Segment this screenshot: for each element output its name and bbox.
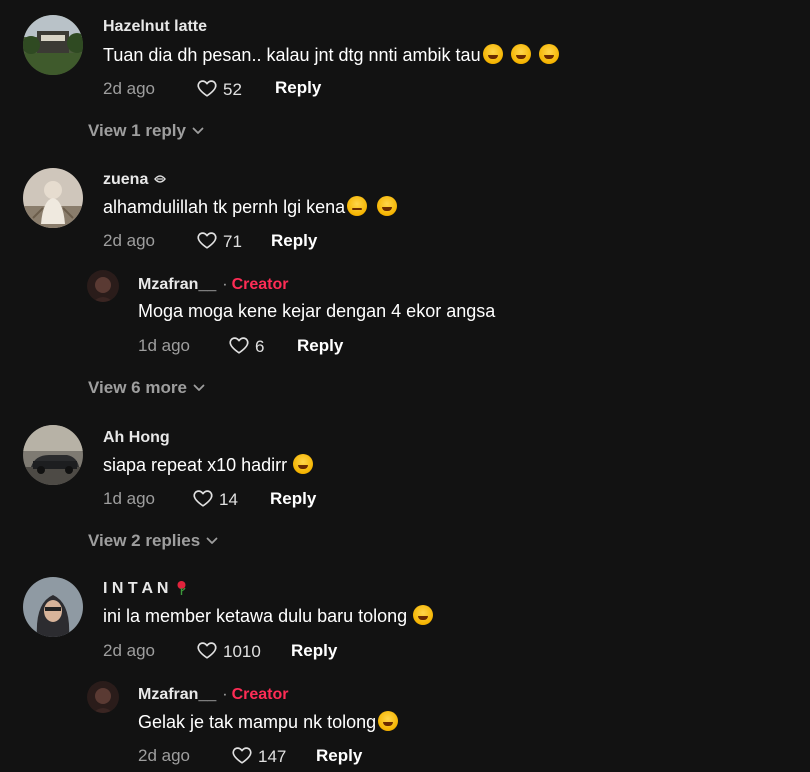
separator: · xyxy=(222,276,228,293)
comment-text-row: Tuan dia dh pesan.. kalau jnt dtg nnti a… xyxy=(103,44,559,66)
like-count: 6 xyxy=(255,337,265,356)
reply-button[interactable]: Reply xyxy=(316,746,362,766)
reply-time: 2d ago xyxy=(138,746,190,765)
view-more-label: View 6 more xyxy=(88,378,187,397)
laughing-emoji-icon xyxy=(378,711,399,731)
heart-outline-icon xyxy=(227,334,251,356)
reply-button[interactable]: Reply xyxy=(270,489,316,509)
avatar-image xyxy=(23,15,83,75)
flower-icon xyxy=(153,175,166,183)
comment-time: 2d ago xyxy=(103,231,155,250)
username[interactable]: Mzafran__ xyxy=(138,276,216,293)
comment-text: alhamdulillah tk pernh lgi kena xyxy=(103,197,346,217)
comment-item: Hazelnut latte Tuan dia dh pesan.. kalau… xyxy=(0,0,810,150)
avatar-image xyxy=(23,168,83,228)
like-button[interactable]: 52 xyxy=(195,77,242,100)
comment-text: ini la member ketawa dulu baru tolong xyxy=(103,606,408,626)
heart-outline-icon xyxy=(195,77,219,99)
avatar[interactable] xyxy=(23,15,83,75)
comment-text-row: ini la member ketawa dulu baru tolong xyxy=(103,605,434,627)
like-button[interactable]: 6 xyxy=(227,334,264,357)
laughing-emoji-icon xyxy=(538,44,559,64)
view-replies-label: View 2 replies xyxy=(88,531,201,550)
reply-text: Gelak je tak mampu nk tolong xyxy=(138,712,377,732)
creator-badge: Creator xyxy=(231,276,289,293)
view-replies-label: View 1 reply xyxy=(88,121,186,140)
comment-text-row: siapa repeat x10 hadirr xyxy=(103,454,314,476)
username[interactable]: Ah Hong xyxy=(103,429,170,447)
avatar[interactable] xyxy=(87,270,119,302)
avatar[interactable] xyxy=(87,681,119,713)
reply-button[interactable]: Reply xyxy=(291,641,337,661)
reply-text-row: Gelak je tak mampu nk tolong xyxy=(138,711,399,733)
pensive-emoji-icon xyxy=(347,196,368,216)
reply-time: 1d ago xyxy=(138,336,190,355)
rose-icon xyxy=(177,581,186,595)
laughing-emoji-icon xyxy=(377,196,398,216)
heart-outline-icon xyxy=(191,487,215,509)
heart-outline-icon xyxy=(195,639,219,661)
avatar-image xyxy=(87,270,119,302)
comment-text-row: alhamdulillah tk pernh lgi kena xyxy=(103,196,398,218)
heart-outline-icon xyxy=(195,229,219,251)
like-count: 71 xyxy=(223,232,242,251)
view-replies-button[interactable]: View 1 reply xyxy=(88,121,204,141)
reply-button[interactable]: Reply xyxy=(297,336,343,356)
comment-time: 1d ago xyxy=(103,489,155,508)
reply-button[interactable]: Reply xyxy=(271,231,317,251)
separator: · xyxy=(222,686,228,703)
avatar-image xyxy=(23,425,83,485)
like-button[interactable]: 71 xyxy=(195,229,242,252)
comment-text: Tuan dia dh pesan.. kalau jnt dtg nnti a… xyxy=(103,45,481,65)
avatar-image xyxy=(87,681,119,713)
like-count: 14 xyxy=(219,490,238,509)
like-button[interactable]: 1010 xyxy=(195,639,261,662)
like-count: 1010 xyxy=(223,642,261,661)
chevron-down-icon xyxy=(193,384,205,392)
chevron-down-icon xyxy=(192,127,204,135)
like-button[interactable]: 147 xyxy=(230,744,286,767)
avatar[interactable] xyxy=(23,168,83,228)
view-replies-button[interactable]: View 2 replies xyxy=(88,531,218,551)
creator-badge: Creator xyxy=(231,686,289,703)
like-button[interactable]: 14 xyxy=(191,487,238,510)
like-count: 52 xyxy=(223,80,242,99)
like-count: 147 xyxy=(258,747,287,766)
reply-text: Moga moga kene kejar dengan 4 ekor angsa xyxy=(138,301,496,321)
reply-username-row: Mzafran__ · Creator xyxy=(138,276,288,294)
laughing-emoji-icon xyxy=(413,605,434,625)
comment-time: 2d ago xyxy=(103,79,155,98)
username[interactable]: Mzafran__ xyxy=(138,686,216,703)
username[interactable]: Hazelnut latte xyxy=(103,18,207,36)
comment-text: siapa repeat x10 hadirr xyxy=(103,455,288,475)
avatar-image xyxy=(23,577,83,637)
laughing-emoji-icon xyxy=(510,44,531,64)
reply-username-row: Mzafran__ · Creator xyxy=(138,686,288,704)
username-text: I N T A N xyxy=(103,580,169,597)
view-more-button[interactable]: View 6 more xyxy=(88,378,205,398)
username[interactable]: zuena xyxy=(103,171,167,189)
avatar[interactable] xyxy=(23,425,83,485)
username[interactable]: I N T A N xyxy=(103,580,186,598)
grinning-squinting-emoji-icon xyxy=(293,454,314,474)
avatar[interactable] xyxy=(23,577,83,637)
chevron-down-icon xyxy=(206,537,218,545)
laughing-emoji-icon xyxy=(482,44,503,64)
comment-time: 2d ago xyxy=(103,641,155,660)
reply-button[interactable]: Reply xyxy=(275,78,321,98)
username-text: zuena xyxy=(103,171,149,188)
heart-outline-icon xyxy=(230,744,254,766)
